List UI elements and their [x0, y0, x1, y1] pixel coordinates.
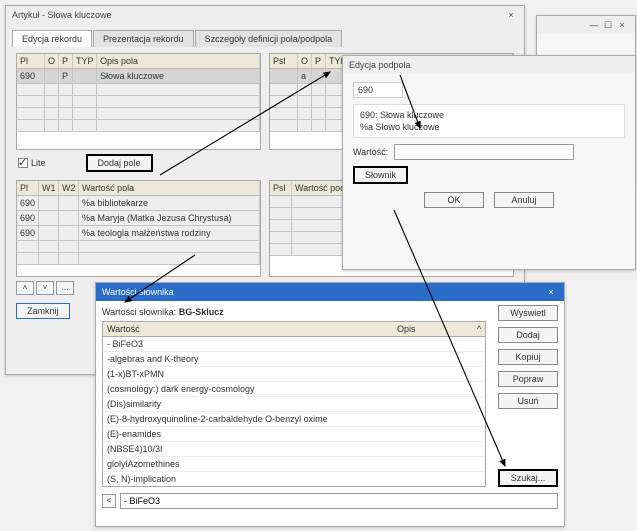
minimize-button[interactable]: —: [587, 16, 601, 34]
list-item[interactable]: (NBSE4)10/3I: [103, 442, 485, 457]
slownik-button[interactable]: Słownik: [353, 166, 408, 184]
list-item[interactable]: -algebras and K-theory: [103, 352, 485, 367]
cancel-button[interactable]: Anuluj: [494, 192, 554, 208]
lite-checkbox-left[interactable]: Lite: [18, 158, 46, 168]
col-o: O: [45, 54, 59, 68]
tabbar: Edycja rekordu Prezentacja rekordu Szcze…: [12, 30, 518, 47]
table-row: [17, 120, 260, 132]
titlebar: Artykuł - Słowa kluczowe ×: [6, 6, 524, 24]
dict-label: Wartości słownika: BG-Sklucz: [102, 305, 486, 321]
footer-prev-button[interactable]: <: [102, 494, 116, 508]
close-button[interactable]: ×: [615, 16, 629, 34]
nav-down-button[interactable]: ˅: [36, 281, 54, 295]
table-row: [17, 84, 260, 96]
col-p: P: [312, 54, 326, 68]
col-o: O: [298, 54, 312, 68]
kopiuj-button[interactable]: Kopiuj: [498, 349, 558, 365]
window-title: Artykuł - Słowa kluczowe: [12, 6, 112, 24]
col-pl: Pl: [17, 54, 45, 68]
szukaj-button[interactable]: Szukaj...: [498, 469, 558, 487]
fields-grid: Pl O P TYP Opis pola 690 P Słowa kluczow…: [16, 53, 261, 150]
maximize-button[interactable]: ☐: [601, 16, 615, 34]
list-item[interactable]: - BiFeO3: [103, 337, 485, 352]
col-w1: W1: [39, 181, 59, 195]
dict-list[interactable]: - BiFeO3-algebras and K-theory(1-x)BT-xP…: [102, 337, 486, 487]
field-values-grid: Pl W1 W2 Wartość pola 690 %a bibliotekar…: [16, 180, 261, 277]
table-row: [17, 253, 260, 265]
col-psl: Psl: [270, 181, 292, 195]
col-psl: Psl: [270, 54, 298, 68]
table-row: [17, 108, 260, 120]
table-row: [17, 241, 260, 253]
table-row[interactable]: 690 P Słowa kluczowe: [17, 69, 260, 84]
table-row: [17, 96, 260, 108]
dialog-title: Edycja podpola: [349, 56, 411, 74]
desc-lines: 690: Słowa kluczowe %a Słowo kluczowe: [353, 104, 625, 138]
table-row[interactable]: 690 %a bibliotekarze: [17, 196, 260, 211]
col-typ: TYP: [73, 54, 97, 68]
col-w2: W2: [59, 181, 79, 195]
close-button[interactable]: ×: [544, 283, 558, 301]
tab-prezentacja-rekordu[interactable]: Prezentacja rekordu: [93, 30, 194, 47]
tab-szczegoly-definicji[interactable]: Szczegóły definicji pola/podpola: [195, 30, 343, 47]
list-item[interactable]: (1-x)BT-xPMN: [103, 367, 485, 382]
col-opis: Opis: [393, 322, 473, 336]
scroll-head: ^: [473, 322, 485, 336]
window-title: Wartości słownika: [102, 283, 174, 301]
close-button[interactable]: ×: [504, 6, 518, 24]
dictionary-window: Wartości słownika × Wartości słownika: B…: [95, 282, 565, 527]
tab-edycja-rekordu[interactable]: Edycja rekordu: [12, 30, 92, 47]
table-row[interactable]: 690 %a Maryja (Matka Jezusa Chrystusa): [17, 211, 260, 226]
list-header: Wartość Opis ^: [102, 321, 486, 337]
col-p: P: [59, 54, 73, 68]
ok-button[interactable]: OK: [424, 192, 484, 208]
close-button[interactable]: Zamknij: [16, 303, 70, 319]
value-label: Wartość:: [353, 147, 388, 157]
list-item[interactable]: (cosmology:) dark energy-cosmology: [103, 382, 485, 397]
list-item[interactable]: (E)-enamides: [103, 427, 485, 442]
popraw-button[interactable]: Popraw: [498, 371, 558, 387]
list-item[interactable]: glolylAzomethines: [103, 457, 485, 472]
list-item[interactable]: (Dis)similarity: [103, 397, 485, 412]
titlebar: — ☐ ×: [537, 16, 635, 34]
value-input[interactable]: [394, 144, 574, 160]
dodaj-button[interactable]: Dodaj: [498, 327, 558, 343]
titlebar: Wartości słownika ×: [96, 283, 564, 301]
list-item[interactable]: (S, N)-implication: [103, 472, 485, 487]
col-opis: Opis pola: [97, 54, 260, 68]
code-box: 690: [353, 82, 403, 98]
search-input[interactable]: [120, 493, 558, 509]
col-pl: Pl: [17, 181, 39, 195]
wyswietl-button[interactable]: Wyświetl: [498, 305, 558, 321]
nav-more-button[interactable]: …: [56, 281, 74, 295]
usun-button[interactable]: Usuń: [498, 393, 558, 409]
list-item[interactable]: (E)-8-hydroxyquinoline-2-carbaldehyde O-…: [103, 412, 485, 427]
table-row[interactable]: 690 %a teologia małżeństwa rodziny: [17, 226, 260, 241]
col-wartosc: Wartość pola: [79, 181, 260, 195]
add-field-button[interactable]: Dodaj pole: [86, 154, 153, 172]
nav-up-button[interactable]: ˄: [16, 281, 34, 295]
col-wartosc: Wartość: [103, 322, 393, 336]
edit-subfield-dialog: Edycja podpola 690 690: Słowa kluczowe %…: [342, 55, 636, 270]
titlebar: Edycja podpola: [343, 56, 635, 74]
